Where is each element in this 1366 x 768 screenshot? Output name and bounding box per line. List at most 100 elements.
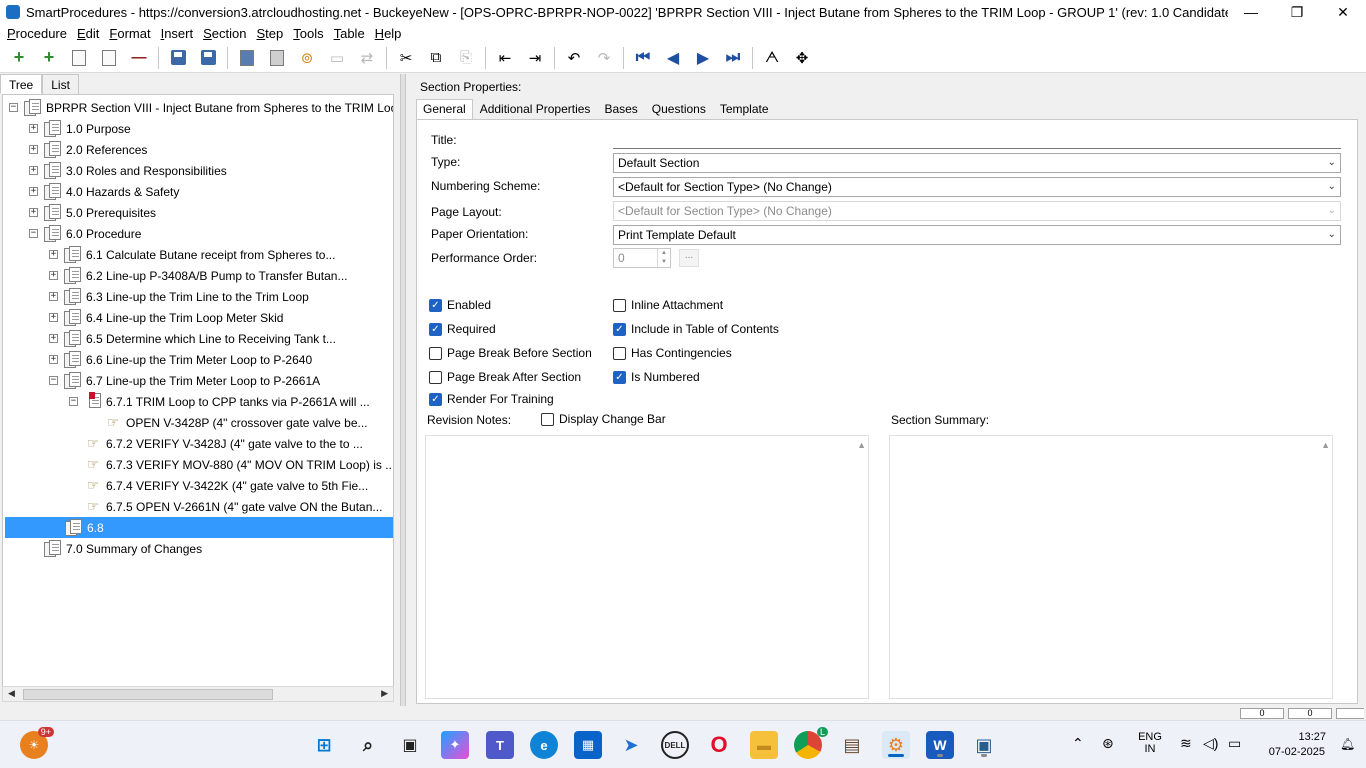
menu-step[interactable]: Step: [251, 26, 288, 41]
edge-icon[interactable]: e: [530, 731, 558, 759]
language-indicator[interactable]: ENG IN: [1138, 731, 1162, 755]
remote-desktop-icon[interactable]: ▣: [970, 731, 998, 759]
title-input[interactable]: [613, 129, 1341, 149]
tab-additional-properties[interactable]: Additional Properties: [473, 99, 598, 119]
tree-node-6-5[interactable]: + 6.5 Determine which Line to Receiving …: [49, 328, 336, 349]
tree-node-6-1[interactable]: + 6.1 Calculate Butane receipt from Sphe…: [49, 244, 335, 265]
tree-node-6-6[interactable]: + 6.6 Line-up the Trim Meter Loop to P-2…: [49, 349, 312, 370]
tree-node-6-7[interactable]: − 6.7 Line-up the Trim Meter Loop to P-2…: [49, 370, 320, 391]
tree-node-6-7-3[interactable]: ☞ 6.7.3 VERIFY MOV-880 (4" MOV ON TRIM L…: [69, 454, 393, 475]
is-numbered-checkbox[interactable]: ✓ Is Numbered: [613, 370, 700, 384]
tree-node-1-0[interactable]: + 1.0 Purpose: [29, 118, 131, 139]
tree-node-6-8[interactable]: 6.8: [5, 517, 393, 538]
tree-node-5-0[interactable]: + 5.0 Prerequisites: [29, 202, 156, 223]
panel-splitter[interactable]: [400, 74, 406, 706]
tree-node-6-3[interactable]: + 6.3 Line-up the Trim Line to the Trim …: [49, 286, 309, 307]
expand-icon[interactable]: +: [29, 208, 38, 217]
scroll-left-icon[interactable]: ◀: [8, 688, 15, 699]
spin-arrows-icon[interactable]: ▲ ▼: [657, 249, 670, 267]
spell-check-icon[interactable]: ᗅ: [760, 46, 784, 70]
close-button[interactable]: ✕: [1320, 0, 1366, 24]
teams-icon[interactable]: T: [486, 731, 514, 759]
tree-node-6-7-4[interactable]: ☞ 6.7.4 VERIFY V-3422K (4" gate valve to…: [69, 475, 368, 496]
battery-icon[interactable]: ▭: [1228, 735, 1241, 752]
page-layout-select[interactable]: <Default for Section Type> (No Change) ⌄: [613, 201, 1341, 221]
clock[interactable]: 13:27: [1286, 731, 1326, 743]
inline-attachment-checkbox[interactable]: Inline Attachment: [613, 298, 723, 312]
tree-node-root[interactable]: − BPRPR Section VIII - Inject Butane fro…: [9, 97, 393, 118]
menu-edit[interactable]: Edit: [72, 26, 104, 41]
scroll-up-icon[interactable]: ▲: [857, 440, 866, 450]
expand-icon[interactable]: +: [29, 124, 38, 133]
tab-template[interactable]: Template: [713, 99, 776, 119]
tree-node-6-2[interactable]: + 6.2 Line-up P-3408A/B Pump to Transfer…: [49, 265, 348, 286]
add-child-icon[interactable]: +: [37, 46, 61, 70]
dell-icon[interactable]: DELL: [661, 731, 689, 759]
expand-icon[interactable]: +: [49, 355, 58, 364]
indent-icon[interactable]: ⇥: [523, 46, 547, 70]
revision-notes-textarea[interactable]: ▲: [425, 435, 869, 699]
file-explorer-icon[interactable]: ▬: [750, 731, 778, 759]
copy-icon[interactable]: ⧉: [424, 46, 448, 70]
outline-list-icon[interactable]: [97, 46, 121, 70]
tree-node-6-7-2[interactable]: ☞ 6.7.2 VERIFY V-3428J (4" gate valve to…: [69, 433, 363, 454]
enabled-checkbox[interactable]: ✓ Enabled: [429, 298, 491, 312]
opera-icon[interactable]: O: [705, 731, 733, 759]
tree-node-3-0[interactable]: + 3.0 Roles and Responsibilities: [29, 160, 227, 181]
tree-node-2-0[interactable]: + 2.0 References: [29, 139, 147, 160]
restore-button[interactable]: ❐: [1274, 0, 1320, 24]
menu-help[interactable]: Help: [370, 26, 407, 41]
insert-image-icon[interactable]: ▭: [325, 46, 349, 70]
chrome-icon[interactable]: L: [794, 727, 828, 759]
remove-icon[interactable]: —: [127, 46, 151, 70]
tab-general[interactable]: General: [416, 99, 473, 119]
next-icon[interactable]: ▶: [691, 46, 715, 70]
cut-icon[interactable]: ✂: [394, 46, 418, 70]
expand-icon[interactable]: +: [49, 334, 58, 343]
menu-format[interactable]: Format: [104, 26, 155, 41]
link-icon[interactable]: ⊚: [295, 46, 319, 70]
save-all-icon[interactable]: [166, 46, 190, 70]
search-icon[interactable]: ⌕: [354, 731, 382, 759]
expand-icon[interactable]: +: [49, 271, 58, 280]
procedure-tree[interactable]: − BPRPR Section VIII - Inject Butane fro…: [2, 94, 394, 688]
scroll-thumb[interactable]: [23, 689, 273, 700]
minimize-button[interactable]: —: [1228, 0, 1274, 24]
tab-bases[interactable]: Bases: [597, 99, 644, 119]
display-change-bar-checkbox[interactable]: Display Change Bar: [541, 412, 666, 426]
numbering-scheme-select[interactable]: <Default for Section Type> (No Change) ⌄: [613, 177, 1341, 197]
undo-icon[interactable]: ↶: [562, 46, 586, 70]
section-summary-textarea[interactable]: ▲: [889, 435, 1333, 699]
tree-horizontal-scrollbar[interactable]: ◀ ▶: [2, 686, 394, 702]
page-break-after-checkbox[interactable]: Page Break After Section: [429, 370, 581, 384]
move-icon[interactable]: ✥: [790, 46, 814, 70]
show-hidden-icons-icon[interactable]: ⌃: [1072, 735, 1084, 752]
collapse-icon[interactable]: −: [9, 103, 18, 112]
scroll-up-icon[interactable]: ▲: [1321, 440, 1330, 450]
tree-node-6-7-5[interactable]: ☞ 6.7.5 OPEN V-2661N (4" gate valve ON t…: [69, 496, 383, 517]
outline-icon[interactable]: [67, 46, 91, 70]
notification-icon[interactable]: ☀ 9+: [20, 727, 54, 759]
tab-list[interactable]: List: [42, 74, 79, 94]
expand-icon[interactable]: +: [29, 187, 38, 196]
paper-orientation-select[interactable]: Print Template Default ⌄: [613, 225, 1341, 245]
add-icon[interactable]: +: [7, 46, 31, 70]
expand-icon[interactable]: +: [29, 166, 38, 175]
outdent-icon[interactable]: ⇤: [493, 46, 517, 70]
task-view-icon[interactable]: ▣: [396, 731, 424, 759]
tab-questions[interactable]: Questions: [645, 99, 713, 119]
windows-start-icon[interactable]: ⊞: [310, 731, 338, 759]
network-status-icon[interactable]: ⊛: [1102, 735, 1114, 752]
wifi-icon[interactable]: ≋: [1180, 735, 1192, 752]
tree-node-7-0[interactable]: 7.0 Summary of Changes: [44, 538, 202, 559]
tab-tree[interactable]: Tree: [0, 74, 43, 94]
previous-icon[interactable]: ◀: [661, 46, 685, 70]
has-contingencies-checkbox[interactable]: Has Contingencies: [613, 346, 732, 360]
print-icon[interactable]: [265, 46, 289, 70]
copilot-icon[interactable]: ✦: [441, 731, 469, 759]
menu-tools[interactable]: Tools: [288, 26, 328, 41]
type-select[interactable]: Default Section ⌄: [613, 153, 1341, 173]
tree-node-6-7-1[interactable]: − 6.7.1 TRIM Loop to CPP tanks via P-266…: [69, 391, 370, 412]
remote-app-icon[interactable]: ▤: [838, 731, 866, 759]
collapse-icon[interactable]: −: [69, 397, 78, 406]
